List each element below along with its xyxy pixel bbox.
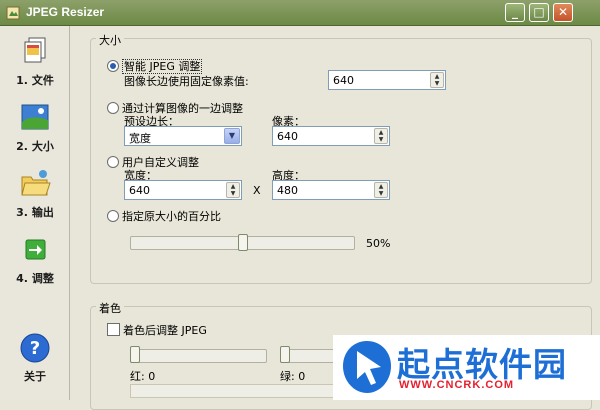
sidebar-item-label: 2. 大小 bbox=[16, 140, 54, 153]
sidebar-item-label: 4. 调整 bbox=[16, 272, 54, 285]
close-button[interactable]: ✕ bbox=[553, 3, 573, 22]
sidebar-item-label: 1. 文件 bbox=[16, 74, 54, 87]
watermark-url: WWW.CNCRK.COM bbox=[399, 379, 515, 391]
width-input[interactable] bbox=[125, 181, 225, 199]
color-group-legend: 着色 bbox=[96, 300, 124, 316]
size-group-legend: 大小 bbox=[96, 32, 124, 48]
about-label: 关于 bbox=[24, 370, 46, 383]
stepper-arrows[interactable]: ▲ ▼ bbox=[374, 128, 388, 144]
arrow-right-icon bbox=[25, 239, 46, 260]
chevron-down-icon[interactable]: ▼ bbox=[224, 128, 240, 144]
preset-select[interactable]: 宽度 ▼ bbox=[124, 126, 242, 146]
picture-icon bbox=[21, 104, 49, 130]
red-slider-thumb[interactable] bbox=[130, 346, 140, 363]
sidebar-item-label: 3. 输出 bbox=[16, 206, 54, 219]
help-icon: ? bbox=[20, 333, 50, 363]
calc-pixels-input[interactable] bbox=[273, 127, 373, 145]
calc-pixels-stepper[interactable]: ▲▼ bbox=[272, 126, 390, 146]
up-arrow-icon[interactable]: ▲ bbox=[431, 73, 443, 80]
about-button[interactable]: ? 关于 bbox=[0, 332, 70, 384]
smart-radio[interactable] bbox=[107, 60, 119, 72]
red-value-label: 红: 0 bbox=[130, 370, 156, 383]
percent-radio-option[interactable]: 指定原大小的百分比 bbox=[107, 208, 221, 224]
stepper-arrows[interactable]: ▲ ▼ bbox=[374, 182, 388, 198]
title-bar[interactable]: JPEG Resizer _ □ ✕ bbox=[0, 0, 600, 26]
percent-value: 50% bbox=[366, 237, 391, 250]
svg-text:?: ? bbox=[30, 338, 40, 359]
color-preview-bar bbox=[130, 384, 360, 398]
smart-radio-option[interactable]: 智能 JPEG 调整 bbox=[107, 58, 203, 74]
smart-label: 智能 JPEG 调整 bbox=[122, 59, 203, 74]
calc-radio[interactable] bbox=[107, 102, 119, 114]
percent-radio[interactable] bbox=[107, 210, 119, 222]
color-check-label: 着色后调整 JPEG bbox=[123, 324, 207, 337]
watermark-logo: 起点软件园 WWW.CNCRK.COM bbox=[333, 335, 600, 400]
window-title: JPEG Resizer bbox=[26, 5, 105, 19]
down-arrow-icon[interactable]: ▼ bbox=[431, 80, 443, 87]
custom-radio[interactable] bbox=[107, 156, 119, 168]
width-stepper[interactable]: ▲▼ bbox=[124, 180, 242, 200]
up-arrow-icon[interactable]: ▲ bbox=[227, 183, 239, 190]
color-checkbox-option[interactable]: 着色后调整 JPEG bbox=[107, 322, 207, 338]
sidebar: 1. 文件 2. 大小 3. 输出 4. 调整 ? 关于 bbox=[0, 26, 70, 400]
sidebar-item-files[interactable]: 1. 文件 bbox=[0, 36, 70, 88]
green-value-label: 绿: 0 bbox=[280, 370, 306, 383]
down-arrow-icon[interactable]: ▼ bbox=[227, 190, 239, 197]
sidebar-item-size[interactable]: 2. 大小 bbox=[0, 102, 70, 154]
minimize-button[interactable]: _ bbox=[505, 3, 525, 22]
smart-pixels-stepper[interactable]: ▲▼ bbox=[328, 70, 446, 90]
stepper-arrows[interactable]: ▲ ▼ bbox=[430, 72, 444, 88]
app-icon bbox=[6, 6, 20, 20]
height-input[interactable] bbox=[273, 181, 373, 199]
up-arrow-icon[interactable]: ▲ bbox=[375, 129, 387, 136]
down-arrow-icon[interactable]: ▼ bbox=[375, 136, 387, 143]
color-checkbox[interactable] bbox=[107, 323, 120, 336]
down-arrow-icon[interactable]: ▼ bbox=[375, 190, 387, 197]
percent-label: 指定原大小的百分比 bbox=[122, 210, 221, 223]
dimension-separator: X bbox=[253, 184, 261, 197]
sidebar-item-adjust[interactable]: 4. 调整 bbox=[0, 234, 70, 286]
sidebar-item-output[interactable]: 3. 输出 bbox=[0, 168, 70, 220]
preset-select-value: 宽度 bbox=[129, 132, 151, 145]
cursor-logo-icon bbox=[343, 341, 391, 393]
green-slider-thumb[interactable] bbox=[280, 346, 290, 363]
folder-icon bbox=[21, 170, 51, 196]
red-slider-track[interactable] bbox=[130, 349, 267, 363]
height-stepper[interactable]: ▲▼ bbox=[272, 180, 390, 200]
stepper-arrows[interactable]: ▲ ▼ bbox=[226, 182, 240, 198]
smart-sub-label: 图像长边使用固定像素值: bbox=[124, 75, 249, 88]
maximize-button[interactable]: □ bbox=[529, 3, 549, 22]
up-arrow-icon[interactable]: ▲ bbox=[375, 183, 387, 190]
smart-pixels-input[interactable] bbox=[329, 71, 429, 89]
percent-slider-thumb[interactable] bbox=[237, 234, 248, 251]
documents-icon bbox=[24, 37, 46, 63]
